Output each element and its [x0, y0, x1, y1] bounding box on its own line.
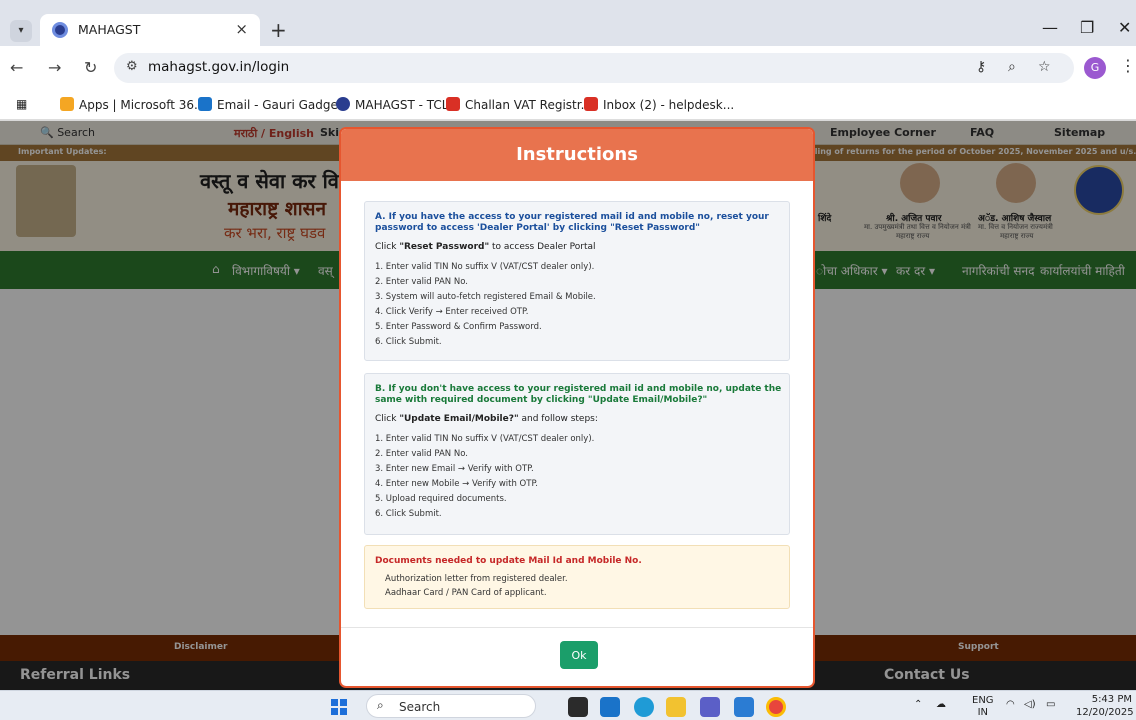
new-tab-button[interactable]: +: [270, 18, 287, 42]
modal-footer-divider: [341, 627, 813, 628]
onedrive-icon[interactable]: ☁: [936, 699, 946, 710]
word-icon[interactable]: [734, 697, 754, 717]
document-item: Aadhaar Card / PAN Card of applicant.: [385, 588, 547, 598]
section-a-step: 1. Enter valid TIN No suffix V (VAT/CST …: [375, 262, 595, 272]
section-b-step: 1. Enter valid TIN No suffix V (VAT/CST …: [375, 434, 595, 444]
file-explorer-icon[interactable]: [666, 697, 686, 717]
taskbar-search-label: Search: [399, 700, 441, 714]
section-b-step: 3. Enter new Email → Verify with OTP.: [375, 464, 534, 474]
forward-arrow-icon[interactable]: →: [48, 58, 61, 77]
close-tab-icon[interactable]: ×: [235, 20, 248, 38]
language-indicator[interactable]: ENG IN: [972, 695, 994, 719]
site-info-icon[interactable]: ⚙: [126, 59, 138, 74]
gmail-icon: [446, 97, 460, 111]
windows-taskbar: ⌕ Search ⌃ ☁ ENG IN ◠ ◁) ▭ 5:43 PM 12/20/2…: [0, 690, 1136, 720]
section-a-step: 3. System will auto-fetch registered Ema…: [375, 292, 596, 302]
wifi-icon[interactable]: ◠: [1006, 699, 1015, 710]
browser-tab[interactable]: MAHAGST ×: [40, 14, 260, 46]
address-toolbar: ← → ↻ ⚙ mahagst.gov.in/login ⚷ ⌕ ☆ G ⋮: [0, 46, 1136, 90]
section-a-step: 5. Enter Password & Confirm Password.: [375, 322, 542, 332]
browser-tab-strip: ▾ MAHAGST × + — ❐ ✕: [0, 0, 1136, 46]
bookmark-apps-microsoft[interactable]: Apps | Microsoft 36...: [60, 97, 206, 112]
instructions-modal: Instructions A. If you have the access t…: [339, 127, 815, 688]
update-email-mobile-section: B. If you don't have access to your regi…: [364, 373, 790, 535]
section-a-heading: A. If you have the access to your regist…: [375, 212, 769, 233]
teams-icon[interactable]: [700, 697, 720, 717]
outlook-icon: [198, 97, 212, 111]
section-b-step: 2. Enter valid PAN No.: [375, 449, 468, 459]
tab-search-button[interactable]: ▾: [10, 20, 32, 42]
bookmark-email-gauri[interactable]: Email - Gauri Gadge...: [198, 97, 349, 112]
section-a-step: 2. Enter valid PAN No.: [375, 277, 468, 287]
section-a-subtitle: Click "Reset Password" to access Dealer …: [375, 242, 596, 252]
tray-overflow-icon[interactable]: ⌃: [914, 699, 922, 710]
bookmarks-bar: ▦ Apps | Microsoft 36... Email - Gauri G…: [0, 90, 1136, 120]
section-b-heading: B. If you don't have access to your regi…: [375, 384, 782, 405]
close-window-icon[interactable]: ✕: [1118, 18, 1131, 37]
minimize-icon[interactable]: —: [1042, 18, 1058, 37]
documents-needed-section: Documents needed to update Mail Id and M…: [364, 545, 790, 609]
bookmark-challan-vat[interactable]: Challan VAT Registr...: [446, 97, 592, 112]
section-b-subtitle: Click "Update Email/Mobile?" and follow …: [375, 414, 598, 424]
reload-icon[interactable]: ↻: [84, 58, 97, 77]
document-item: Authorization letter from registered dea…: [385, 574, 568, 584]
section-b-step: 6. Click Submit.: [375, 509, 442, 519]
omnibox[interactable]: ⚙ mahagst.gov.in/login ⚷ ⌕ ☆: [114, 53, 1074, 83]
back-arrow-icon[interactable]: ←: [10, 58, 23, 77]
tab-title: MAHAGST: [78, 22, 141, 37]
apps-grid-icon[interactable]: ▦: [16, 97, 27, 111]
restore-icon[interactable]: ❐: [1080, 18, 1094, 37]
system-clock[interactable]: 5:43 PM 12/20/2025: [1076, 693, 1134, 719]
section-a-step: 4. Click Verify → Enter received OTP.: [375, 307, 529, 317]
zoom-icon[interactable]: ⌕: [1008, 59, 1016, 75]
windows-start-icon[interactable]: [331, 699, 347, 715]
bookmark-inbox-helpdesk[interactable]: Inbox (2) - helpdesk...: [584, 97, 734, 112]
taskbar-search[interactable]: ⌕ Search: [366, 694, 536, 718]
battery-icon[interactable]: ▭: [1046, 699, 1055, 710]
mahagst-icon: [336, 97, 350, 111]
section-a-step: 6. Click Submit.: [375, 337, 442, 347]
section-b-step: 5. Upload required documents.: [375, 494, 507, 504]
bookmark-mahagst-tcl[interactable]: MAHAGST - TCL: [336, 97, 448, 112]
edge-browser-icon[interactable]: [634, 697, 654, 717]
gmail-icon: [584, 97, 598, 111]
reset-password-section: A. If you have the access to your regist…: [364, 201, 790, 361]
microsoft-apps-icon: [60, 97, 74, 111]
section-b-step: 4. Enter new Mobile → Verify with OTP.: [375, 479, 538, 489]
bookmark-star-icon[interactable]: ☆: [1038, 59, 1051, 75]
ok-button[interactable]: Ok: [560, 641, 598, 669]
chrome-icon[interactable]: [766, 697, 786, 717]
password-key-icon[interactable]: ⚷: [976, 59, 986, 75]
modal-title: Instructions: [516, 144, 638, 165]
outlook-app-icon[interactable]: [600, 697, 620, 717]
modal-header: Instructions: [341, 129, 813, 181]
volume-icon[interactable]: ◁): [1024, 699, 1036, 710]
url-text[interactable]: mahagst.gov.in/login: [148, 59, 289, 75]
chrome-menu-icon[interactable]: ⋮: [1120, 56, 1136, 75]
profile-avatar[interactable]: G: [1084, 57, 1106, 79]
task-view-icon[interactable]: [568, 697, 588, 717]
site-favicon-icon: [52, 22, 68, 38]
search-icon: ⌕: [377, 698, 384, 712]
documents-heading: Documents needed to update Mail Id and M…: [375, 556, 642, 566]
